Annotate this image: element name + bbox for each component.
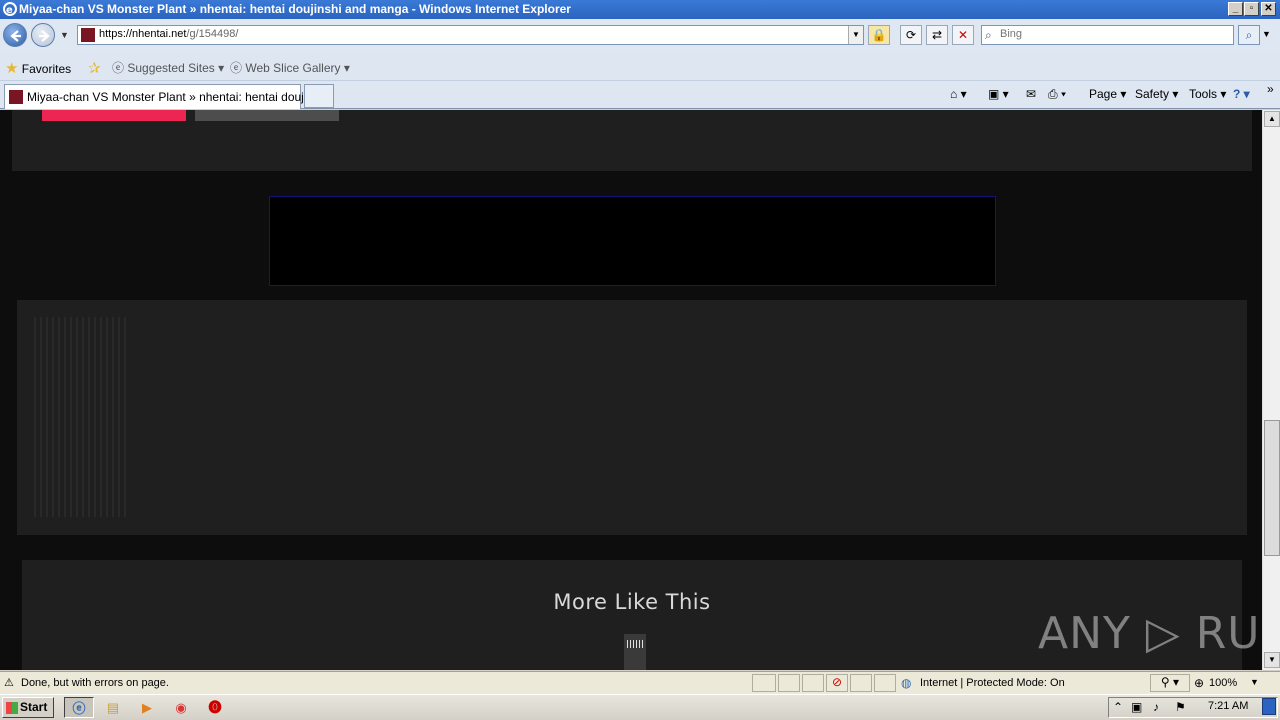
safety-menu[interactable]: Safety ▾ [1135,87,1178,101]
favorite-button[interactable] [195,110,339,121]
web-slice-gallery-label: Web Slice Gallery ▾ [245,61,350,75]
new-tab-button[interactable] [304,84,334,108]
site-favicon-icon [9,90,23,104]
window-title-bar: e Miyaa-chan VS Monster Plant » nhentai:… [0,0,1280,19]
ad-banner[interactable] [269,196,996,286]
network-icon[interactable]: ▣ [1131,700,1142,714]
page-viewport: More Like This [0,110,1262,670]
svg-text:e: e [6,5,13,16]
url-path: /g/154498/ [186,28,239,40]
forward-button[interactable] [31,23,55,47]
status-pane [802,674,824,692]
status-pane [850,674,872,692]
forward-arrow-icon [39,30,50,42]
taskbar-media-player-icon[interactable]: ▶ [132,697,162,718]
suggested-sites-button[interactable]: ⓔ Suggested Sites ▾ [112,59,224,76]
vertical-scrollbar[interactable]: ▲ ▼ [1262,110,1280,670]
taskbar-chrome-icon[interactable]: ◉ [166,697,196,718]
tab-active[interactable]: Miyaa-chan VS Monster Plant » nhentai: h… [4,84,323,109]
address-field[interactable]: https://nhentai.net/g/154498/ ▼ [77,25,864,45]
status-message: Done, but with errors on page. [21,677,169,689]
status-pane [874,674,896,692]
search-input[interactable] [1000,28,1220,40]
zoom-dropdown-icon[interactable]: ▼ [1250,677,1259,687]
favorites-star-icon: ★ [5,60,19,77]
close-window-button[interactable]: ✕ [1261,2,1276,16]
protected-mode-dropdown[interactable]: ⚲ ▾ [1150,674,1190,692]
security-zone-label[interactable]: Internet | Protected Mode: On [920,677,1065,689]
zoom-icon: ⊕ [1194,676,1205,690]
compatibility-view-icon[interactable]: ⟳ [900,25,922,45]
read-mail-button[interactable]: ✉ [1026,87,1036,101]
help-button[interactable]: ? ▾ [1233,87,1250,101]
restore-button[interactable]: ▫ [1244,2,1259,16]
ie-page-icon: ⓔ [112,61,125,75]
taskbar-opera-icon[interactable]: ⓿ [200,697,230,718]
home-icon: ⌂ [950,87,958,101]
address-dropdown-icon[interactable]: ▼ [848,26,863,44]
download-button[interactable] [42,110,186,121]
scroll-up-arrow-icon[interactable]: ▲ [1264,111,1280,127]
search-box[interactable]: ⌕ [981,25,1234,45]
zoom-level[interactable]: 100% [1209,677,1237,689]
favorites-label: Favorites [21,62,72,76]
print-button[interactable]: ⎙ ▾ [1048,87,1066,102]
action-center-flag-icon[interactable]: ⚑ [1175,700,1186,714]
suggested-sites-label: Suggested Sites ▾ [127,61,225,75]
windows-logo-icon [6,702,18,714]
more-commands-chevron-icon[interactable]: » [1267,82,1274,96]
favorites-button[interactable]: ★ Favorites [5,59,71,77]
url-host: https://nhentai.net [99,28,187,40]
lock-icon[interactable]: 🔒 [868,25,890,45]
show-desktop-button[interactable] [1262,698,1276,715]
start-button[interactable]: Start [2,697,54,718]
scrollbar-thumb[interactable] [1264,420,1280,556]
web-slice-gallery-button[interactable]: ⓔ Web Slice Gallery ▾ [230,59,350,76]
start-label: Start [20,700,48,714]
related-thumbnail[interactable] [624,634,646,670]
status-bar: ⚠ Done, but with errors on page. ⊘ ◍ Int… [0,671,1280,694]
back-arrow-icon [10,30,21,42]
back-button[interactable] [3,23,27,47]
loading-icon [627,640,643,648]
search-button[interactable]: ⌕ [1238,25,1260,45]
scroll-down-arrow-icon[interactable]: ▼ [1264,652,1280,668]
tab-label: Miyaa-chan VS Monster Plant » nhentai: h… [27,90,324,104]
page-menu[interactable]: Page ▾ [1089,87,1126,101]
ie-page-icon: ⓔ [230,61,243,75]
feeds-button[interactable]: ▣ ▾ [988,87,1009,101]
home-button[interactable]: ⌂ ▾ [950,87,967,101]
tools-menu[interactable]: Tools ▾ [1189,87,1226,101]
site-favicon-icon [81,28,95,42]
recent-pages-dropdown-icon[interactable]: ▼ [60,30,69,40]
thumbnail-container [17,300,1247,535]
mail-icon: ✉ [1026,87,1037,101]
printer-icon: ⎙ [1048,87,1058,101]
rss-icon: ▣ [988,87,1000,101]
thumbnail-placeholder[interactable] [34,317,126,517]
search-provider-icon: ⌕ [985,28,992,42]
status-pane [778,674,800,692]
stop-icon[interactable]: ✕ [952,25,974,45]
add-favorite-icon: ✰ [88,60,101,77]
window-title: Miyaa-chan VS Monster Plant » nhentai: h… [19,2,571,16]
globe-icon: ◍ [901,676,912,690]
show-hidden-icons-icon[interactable]: ⌃ [1113,700,1123,714]
taskbar-explorer-icon[interactable]: ▤ [98,697,128,718]
warning-icon[interactable]: ⚠ [4,676,14,689]
anyrun-watermark-logo: ANY ▷ RUN [1038,608,1280,659]
popup-blocked-icon[interactable]: ⊘ [826,674,848,692]
add-to-favorites-bar-button[interactable]: ✰ [88,59,101,77]
taskbar-ie-icon[interactable]: ⓔ [64,697,94,718]
ie-logo-icon: e [3,2,17,16]
volume-icon[interactable]: ♪ [1153,700,1159,714]
system-tray: ⌃ ▣ ♪ ⚑ [1108,697,1278,718]
status-pane [752,674,776,692]
minimize-button[interactable]: _ [1228,2,1243,16]
refresh-icon[interactable]: ⇄ [926,25,948,45]
taskbar-clock[interactable]: 7:21 AM [1208,700,1248,712]
search-options-dropdown-icon[interactable]: ▼ [1262,29,1271,39]
help-icon: ? [1233,87,1241,101]
